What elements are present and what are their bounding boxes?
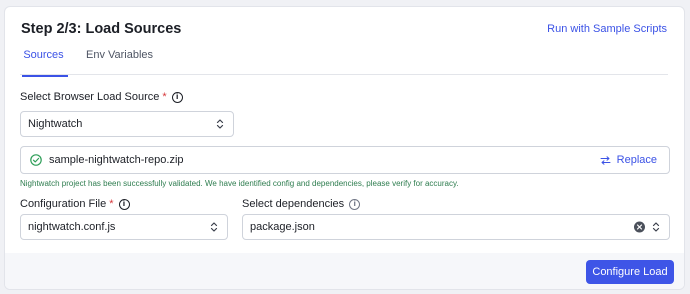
- replace-button[interactable]: Replace: [600, 154, 657, 166]
- load-source-value: Nightwatch: [28, 118, 83, 130]
- uploaded-file-row: sample-nightwatch-repo.zip Replace: [20, 146, 670, 174]
- run-sample-scripts-link[interactable]: Run with Sample Scripts: [547, 23, 667, 35]
- info-icon[interactable]: i: [118, 198, 130, 210]
- validation-success-message: Nightwatch project has been successfully…: [20, 179, 459, 188]
- tab-sources[interactable]: Sources: [22, 49, 68, 77]
- config-file-value: nightwatch.conf.js: [28, 221, 116, 233]
- config-file-label-text: Configuration File: [20, 198, 107, 210]
- check-circle-icon: [30, 154, 42, 166]
- load-source-select[interactable]: Nightwatch: [20, 111, 234, 137]
- chevron-updown-icon: [216, 119, 224, 129]
- load-source-label-text: Select Browser Load Source: [20, 91, 160, 103]
- active-tab-indicator: [22, 75, 68, 77]
- swap-arrows-icon: [600, 155, 611, 165]
- replace-label: Replace: [616, 154, 657, 166]
- configure-load-button[interactable]: Configure Load: [586, 260, 674, 284]
- tab-env-variables[interactable]: Env Variables: [86, 49, 153, 71]
- info-icon[interactable]: i: [171, 91, 183, 103]
- clear-icon[interactable]: [634, 221, 645, 233]
- chevron-updown-icon: [652, 222, 660, 232]
- dependencies-select[interactable]: package.json: [242, 214, 670, 240]
- info-icon[interactable]: i: [349, 198, 361, 210]
- config-file-label: Configuration File * i: [20, 198, 130, 210]
- chevron-updown-icon: [210, 222, 218, 232]
- dependencies-value: package.json: [250, 221, 315, 233]
- dependencies-label: Select dependencies i: [242, 198, 361, 210]
- required-mark: *: [109, 198, 114, 210]
- tab-sources-label: Sources: [23, 49, 64, 61]
- page-title: Step 2/3: Load Sources: [21, 21, 182, 37]
- tab-bar: Sources Env Variables: [20, 45, 668, 77]
- card-footer: [5, 253, 684, 289]
- dependencies-label-text: Select dependencies: [242, 198, 345, 210]
- file-name: sample-nightwatch-repo.zip: [49, 154, 184, 166]
- load-source-label: Select Browser Load Source * i: [20, 91, 183, 103]
- load-sources-card: Step 2/3: Load Sources Run with Sample S…: [4, 6, 685, 290]
- config-file-select[interactable]: nightwatch.conf.js: [20, 214, 228, 240]
- required-mark: *: [162, 91, 167, 103]
